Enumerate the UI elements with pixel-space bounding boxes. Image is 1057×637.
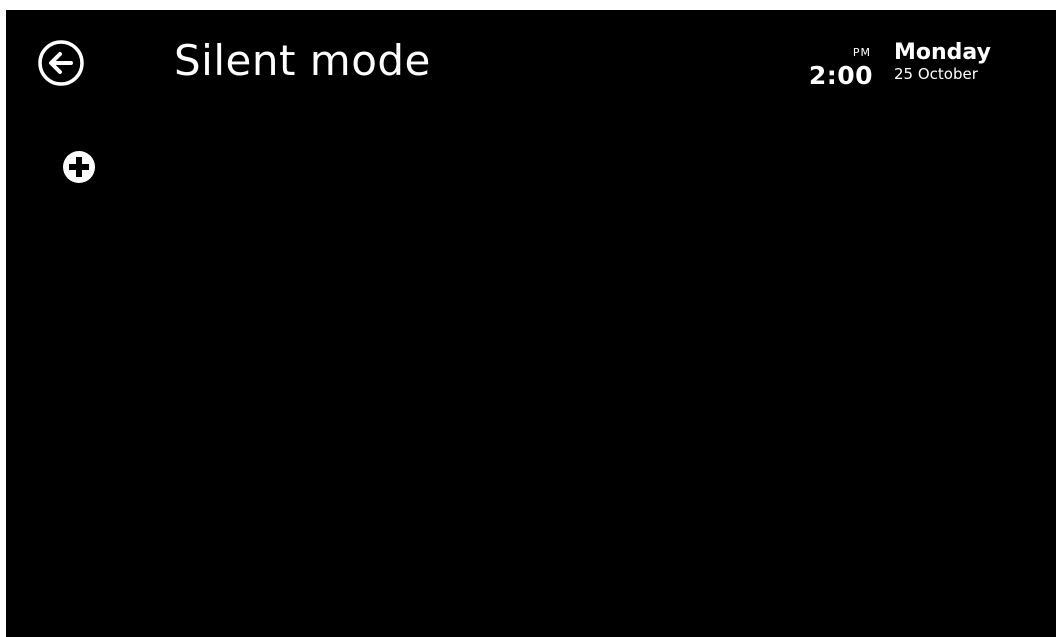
silent-mode-screen: Silent mode PM 2:00 Monday 25 October — [6, 10, 1056, 637]
clock-ampm: PM — [852, 46, 871, 59]
add-button[interactable] — [62, 150, 96, 184]
page-title: Silent mode — [174, 36, 431, 85]
silent-mode-list — [6, 200, 1056, 637]
clock-day: Monday — [894, 40, 991, 65]
clock-time: 2:00 — [808, 61, 873, 90]
arrow-left-circle-icon — [38, 40, 84, 86]
date-display: Monday 25 October — [894, 40, 1044, 83]
clock: PM 2:00 — [801, 47, 873, 97]
plus-circle-icon — [63, 151, 95, 183]
clock-date: 25 October — [894, 65, 978, 84]
back-button[interactable] — [37, 39, 85, 87]
